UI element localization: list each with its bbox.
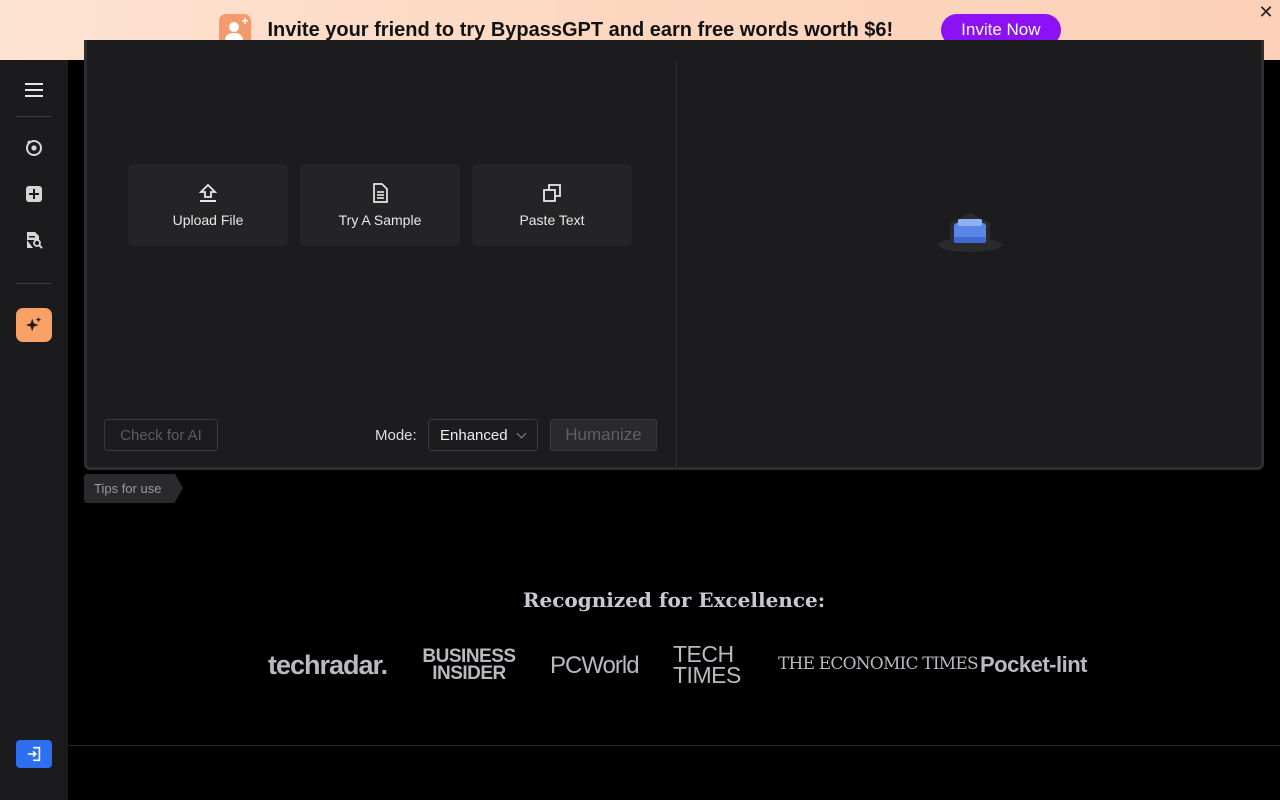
sidebar — [0, 60, 68, 800]
banner-text: Invite your friend to try BypassGPT and … — [267, 18, 894, 41]
sparkle-icon — [25, 316, 42, 332]
footer-divider — [68, 745, 1280, 746]
chevron-down-icon — [516, 428, 527, 439]
try-sample-label: Try A Sample — [338, 212, 422, 228]
menu-icon[interactable] — [24, 80, 44, 100]
upload-file-label: Upload File — [172, 212, 244, 228]
economic-times-logo: THE ECONOMIC TIMES — [778, 654, 979, 674]
rewrite-icon[interactable] — [24, 138, 44, 158]
copy-icon — [543, 184, 561, 202]
tech-times-logo: TECH TIMES — [673, 641, 741, 688]
tips-for-use-tag[interactable]: Tips for use — [84, 474, 184, 503]
doc-search-icon[interactable] — [24, 230, 44, 250]
techradar-logo: techradar. — [268, 650, 388, 680]
pcworld-logo: PCWorld — [550, 652, 640, 679]
recognition-title: Recognized for Excellence: — [522, 588, 826, 612]
humanize-button[interactable]: Humanize — [550, 419, 657, 451]
close-icon[interactable]: ✕ — [1256, 2, 1276, 22]
mode-label: Mode: — [375, 427, 417, 444]
empty-box-icon — [938, 213, 1002, 252]
login-icon — [27, 746, 41, 762]
editor-panel: Upload File Try A Sample Paste Text Chec… — [84, 40, 1264, 470]
sidebar-divider — [16, 283, 52, 284]
ai-humanizer-tool-button[interactable] — [16, 308, 52, 342]
mode-value: Enhanced — [440, 426, 508, 444]
upload-file-button[interactable]: Upload File — [128, 164, 288, 246]
document-icon — [373, 183, 388, 203]
business-insider-logo: BUSINESS INSIDER — [422, 646, 516, 684]
upload-icon — [198, 183, 218, 202]
check-for-ai-button[interactable]: Check for AI — [104, 419, 218, 451]
login-button[interactable] — [16, 740, 52, 768]
sidebar-divider — [16, 116, 52, 117]
panel-divider — [676, 60, 677, 467]
paste-text-label: Paste Text — [519, 212, 585, 228]
try-sample-button[interactable]: Try A Sample — [300, 164, 460, 246]
pocket-lint-logo: Pocket-lint — [980, 652, 1087, 677]
add-icon[interactable] — [24, 184, 44, 204]
paste-text-button[interactable]: Paste Text — [472, 164, 632, 246]
mode-select[interactable]: Enhanced — [428, 419, 538, 451]
